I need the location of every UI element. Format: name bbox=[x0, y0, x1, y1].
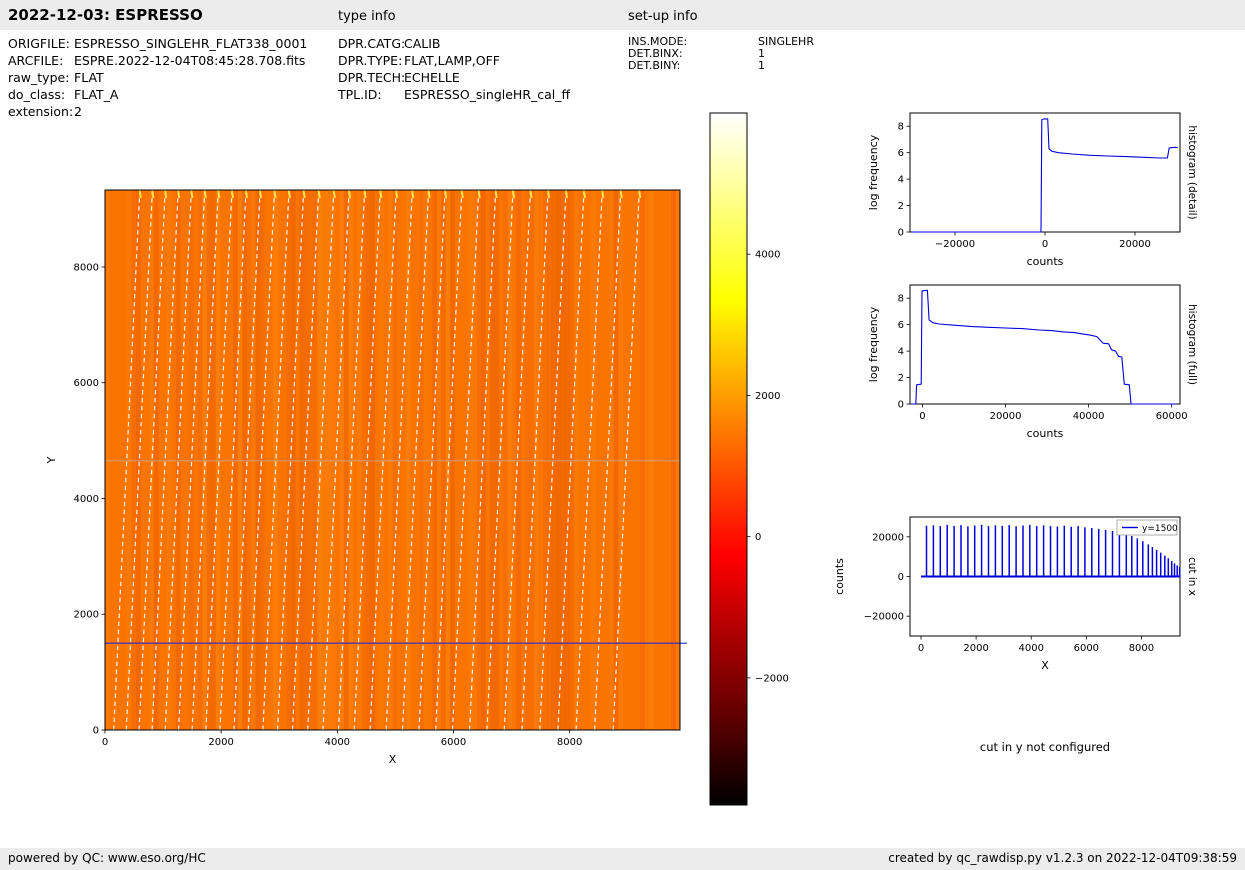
svg-text:6000: 6000 bbox=[74, 378, 99, 389]
footer-created: created by qc_rawdisp.py v1.2.3 on 2022-… bbox=[888, 851, 1237, 865]
svg-text:0: 0 bbox=[102, 737, 108, 748]
svg-text:60000: 60000 bbox=[1156, 411, 1188, 422]
main-image-plot: 0 2000 4000 6000 8000 0 2000 4000 6000 8000 X Y bbox=[45, 189, 687, 766]
svg-text:2000: 2000 bbox=[963, 643, 988, 654]
svg-text:8000: 8000 bbox=[1129, 643, 1154, 654]
svg-text:20000: 20000 bbox=[990, 411, 1022, 422]
svg-text:4000: 4000 bbox=[74, 494, 99, 505]
colorbar: 4000 2000 0 −2000 bbox=[709, 112, 789, 806]
svg-text:y=1500: y=1500 bbox=[1142, 524, 1178, 534]
svg-text:0: 0 bbox=[898, 572, 904, 583]
svg-text:log frequency: log frequency bbox=[867, 134, 880, 210]
svg-text:4000: 4000 bbox=[325, 737, 350, 748]
svg-text:20000: 20000 bbox=[872, 532, 904, 543]
svg-text:histogram (detail): histogram (detail) bbox=[1186, 125, 1198, 219]
svg-text:20000: 20000 bbox=[1119, 239, 1151, 250]
cut-y-message: cut in y not configured bbox=[979, 740, 1111, 754]
svg-text:Y: Y bbox=[45, 456, 58, 464]
svg-text:2: 2 bbox=[898, 373, 904, 384]
svg-text:0: 0 bbox=[1042, 239, 1048, 250]
svg-text:counts: counts bbox=[1027, 427, 1064, 440]
legend: y=1500 bbox=[1116, 519, 1178, 536]
svg-text:−20000: −20000 bbox=[864, 612, 904, 623]
svg-text:2000: 2000 bbox=[208, 737, 233, 748]
svg-text:0: 0 bbox=[898, 400, 904, 411]
svg-text:8000: 8000 bbox=[557, 737, 582, 748]
svg-text:4000: 4000 bbox=[755, 250, 780, 261]
svg-text:40000: 40000 bbox=[1073, 411, 1105, 422]
svg-text:X: X bbox=[389, 753, 397, 766]
svg-text:log frequency: log frequency bbox=[867, 306, 880, 382]
svg-text:6000: 6000 bbox=[1074, 643, 1099, 654]
svg-text:2: 2 bbox=[898, 201, 904, 212]
svg-text:8: 8 bbox=[898, 122, 904, 133]
cut-in-x-plot: 0 2000 4000 6000 8000 −20000 0 20000 Xcounts cut … bbox=[833, 516, 1198, 672]
footer-credit: powered by QC: www.eso.org/HC bbox=[8, 851, 206, 865]
svg-text:0: 0 bbox=[898, 228, 904, 239]
svg-text:cut in x: cut in x bbox=[1186, 557, 1198, 596]
svg-text:6000: 6000 bbox=[441, 737, 466, 748]
svg-text:X: X bbox=[1041, 659, 1049, 672]
svg-text:2000: 2000 bbox=[74, 610, 99, 621]
svg-text:0: 0 bbox=[918, 643, 924, 654]
svg-text:2000: 2000 bbox=[755, 391, 780, 402]
svg-text:4: 4 bbox=[898, 347, 904, 358]
svg-text:0: 0 bbox=[919, 411, 925, 422]
svg-text:−20000: −20000 bbox=[935, 239, 975, 250]
svg-text:8: 8 bbox=[898, 294, 904, 305]
svg-text:histogram (full): histogram (full) bbox=[1186, 304, 1198, 385]
svg-text:8000: 8000 bbox=[74, 262, 99, 273]
svg-text:0: 0 bbox=[755, 532, 761, 543]
histogram-full-plot: 0 20000 40000 60000 0 2 4 6 8 counts log frequency… bbox=[867, 284, 1198, 440]
svg-text:6: 6 bbox=[898, 148, 904, 159]
svg-text:0: 0 bbox=[93, 726, 99, 737]
svg-text:4: 4 bbox=[898, 175, 904, 186]
qc-report-page: 2022-12-03: ESPRESSO type info set-up in… bbox=[0, 0, 1245, 870]
histogram-detail-plot: −20000 0 20000 0 2 4 6 8 counts log frequency hist… bbox=[867, 112, 1198, 268]
svg-text:counts: counts bbox=[833, 558, 846, 595]
svg-text:6: 6 bbox=[898, 320, 904, 331]
svg-text:4000: 4000 bbox=[1018, 643, 1043, 654]
svg-text:−2000: −2000 bbox=[755, 673, 789, 684]
svg-text:counts: counts bbox=[1027, 255, 1064, 268]
footer-bar: powered by QC: www.eso.org/HC created by… bbox=[0, 848, 1245, 870]
